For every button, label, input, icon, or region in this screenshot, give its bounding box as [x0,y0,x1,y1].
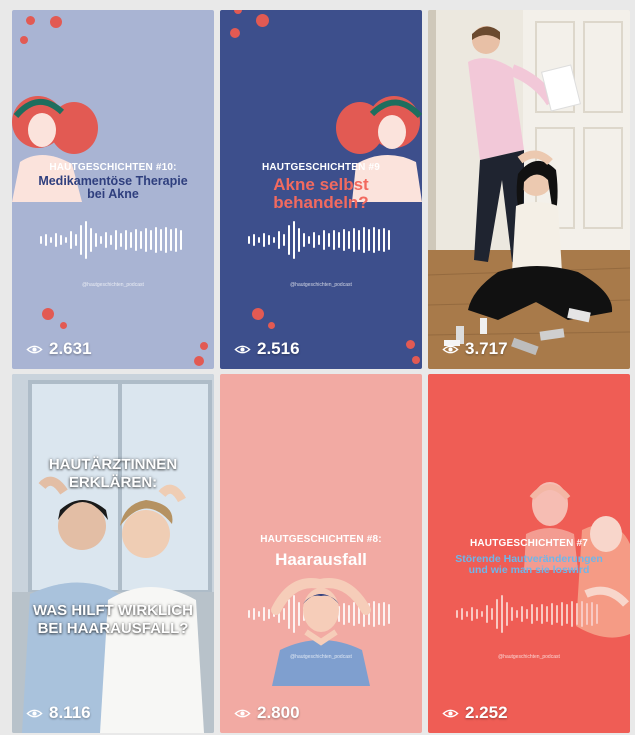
view-count: 2.800 [234,703,300,723]
decor-dot [256,14,269,27]
view-count-value: 8.116 [49,703,91,722]
caption-line: WAS HILFT WIRKLICH [33,602,193,619]
podcast-handle: @hautgeschichten_podcast [82,282,144,288]
eye-icon [26,345,43,353]
decor-dot [50,16,62,28]
episode-title-line: bei Akne [87,187,139,202]
episode-title: Medikamentöse Therapie bei Akne [12,174,214,202]
caption-line: HAUTÄRZTINNEN [48,456,178,473]
episode-title-line: und wie man sie loswird [468,564,590,577]
eye-icon [234,345,251,353]
view-count-value: 2.800 [257,703,300,722]
view-count-value: 2.631 [49,339,92,358]
episode-title: Störende Hautveränderungen und wie man s… [428,553,630,577]
soundwave-icon [40,221,182,259]
decor-dot [194,356,204,366]
eye-icon [234,709,251,717]
video-caption-top: HAUTÄRZTINNEN ERKLÄREN: [12,456,214,493]
decor-dot [20,36,28,44]
podcast-handle: @hautgeschichten_podcast [498,654,560,660]
view-count: 2.631 [26,339,92,359]
decor-dot [268,322,275,329]
video-tile-1[interactable]: HAUTGESCHICHTEN #10: Medikamentöse Thera… [12,10,214,369]
episode-kicker: HAUTGESCHICHTEN #8: [260,534,382,545]
episode-title-line: behandeln? [273,192,369,212]
video-tile-5[interactable]: HAUTGESCHICHTEN #8: Haarausfall @hautges… [220,374,422,733]
soundwave-icon [248,221,390,259]
caption-line: ERKLÄREN: [68,474,158,492]
decor-dot [230,28,240,38]
view-count-value: 3.717 [465,339,508,358]
soundwave-icon [456,595,598,633]
decor-dot [42,308,54,320]
episode-title: Akne selbst behandeln? [220,176,422,212]
decor-dot [252,308,264,320]
episode-kicker: HAUTGESCHICHTEN #9 [261,162,381,173]
video-caption-bottom: WAS HILFT WIRKLICH BEI HAARAUSFALL? [12,602,214,639]
decor-dot [60,322,67,329]
decor-dot [200,342,208,350]
video-tile-6[interactable]: HAUTGESCHICHTEN #7 Störende Hautveränder… [428,374,630,733]
podcast-handle: @hautgeschichten_podcast [290,282,352,288]
view-count: 3.717 [442,339,508,359]
video-tile-3[interactable]: 3.717 [428,10,630,369]
podcast-handle: @hautgeschichten_podcast [290,654,352,660]
view-count-value: 2.516 [257,339,300,358]
eye-icon [442,709,459,717]
view-count: 8.116 [26,703,91,723]
decor-dot [234,10,242,14]
episode-title-line: Haarausfall [275,550,367,569]
illustration-man-hair-loss [271,578,371,686]
view-count: 2.516 [234,339,300,359]
decor-dot [406,340,415,349]
eye-icon [26,709,43,717]
episode-kicker: HAUTGESCHICHTEN #7 [469,538,589,549]
view-count-value: 2.252 [465,703,508,722]
video-grid: HAUTGESCHICHTEN #10: Medikamentöse Thera… [12,10,630,733]
eye-icon [442,345,459,353]
photo-two-women-playful [428,10,630,369]
decor-dot [412,356,420,364]
photo-two-dermatologists [12,374,214,733]
decor-dot [26,16,35,25]
video-tile-2[interactable]: HAUTGESCHICHTEN #9 Akne selbst behandeln… [220,10,422,369]
episode-title: Haarausfall [220,551,422,569]
episode-kicker: HAUTGESCHICHTEN #10: [49,162,177,173]
caption-line: BEI HAARAUSFALL? [37,620,189,638]
episode-title-line: Akne selbst [273,175,369,194]
video-tile-4[interactable]: HAUTÄRZTINNEN ERKLÄREN: WAS HILFT WIRKLI… [12,374,214,733]
view-count: 2.252 [442,703,508,723]
